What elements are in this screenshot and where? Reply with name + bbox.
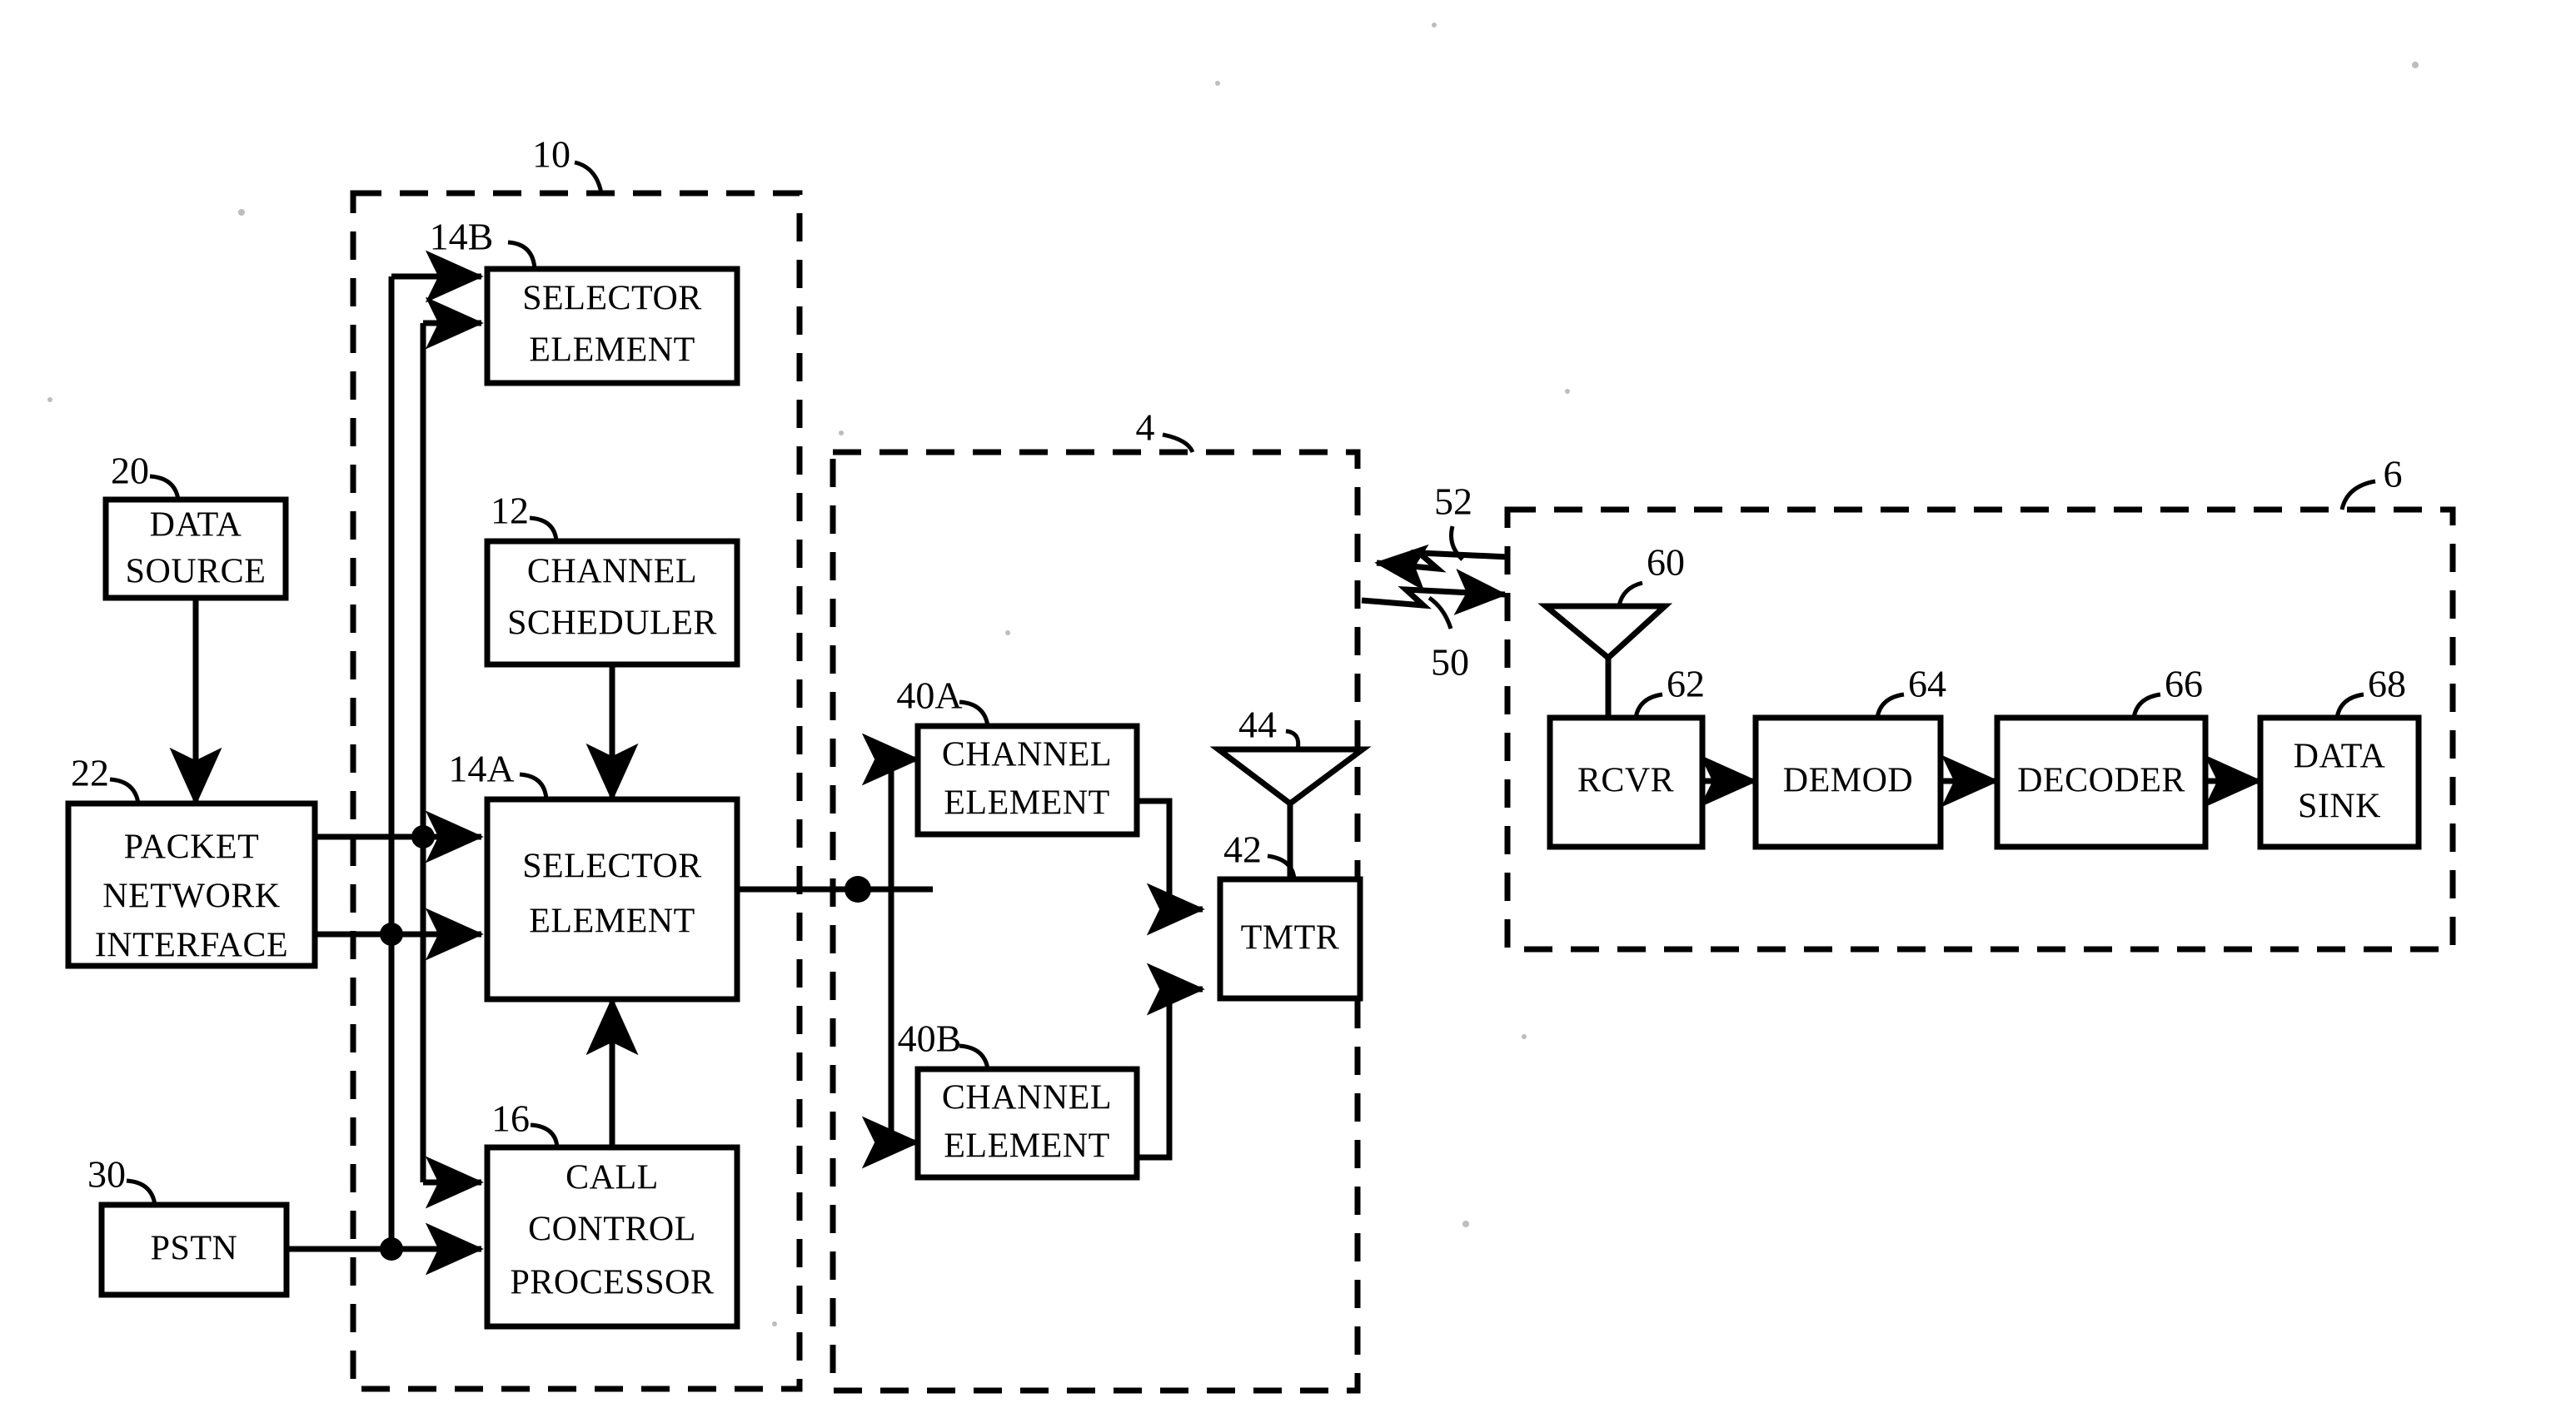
ref-number-42: 42 <box>1223 828 1262 871</box>
label-data-source-line2: SOURCE <box>126 553 267 591</box>
ref-number-60: 60 <box>1647 541 1685 584</box>
label-62-rcvr: RCVR <box>1577 762 1674 800</box>
junction-dot-14a-out <box>845 876 871 903</box>
label-pstn: PSTN <box>151 1230 238 1268</box>
label-40b-line2: ELEMENT <box>944 1127 1109 1166</box>
label-14a-line1: SELECTOR <box>522 848 702 886</box>
label-16-line1: CALL <box>566 1159 659 1197</box>
leader-20 <box>149 474 181 500</box>
ref-number-52: 52 <box>1434 480 1472 523</box>
label-16-line2: CONTROL <box>528 1211 696 1249</box>
wire-40b-to-42 <box>1137 963 1205 1161</box>
ref-number-20: 20 <box>111 450 149 492</box>
ref-number-40a: 40A <box>896 674 962 717</box>
leader-64 <box>1875 692 1905 719</box>
label-14b-line2: ELEMENT <box>529 331 695 370</box>
wire-split-to-40a <box>861 733 920 889</box>
ref-number-6: 6 <box>2384 453 2403 495</box>
leader-40b <box>959 1043 990 1070</box>
leader-14b <box>507 240 537 270</box>
ref-number-62: 62 <box>1667 663 1705 705</box>
label-68-line2: SINK <box>2298 788 2381 826</box>
leader-30 <box>126 1178 157 1206</box>
leader-62 <box>1633 692 1663 719</box>
wire-40a-to-42 <box>1137 798 1205 936</box>
label-40b-line1: CHANNEL <box>942 1079 1112 1117</box>
patent-figure-canvas: DATA SOURCE PACKET NETWORK INTERFACE PST… <box>0 0 2576 1423</box>
label-data-source-line1: DATA <box>150 506 242 545</box>
label-14a-line2: ELEMENT <box>529 903 695 941</box>
ref-number-30: 30 <box>87 1153 126 1196</box>
label-68-line1: DATA <box>2294 738 2386 776</box>
label-packet-line2: NETWORK <box>102 878 280 916</box>
ref-number-66: 66 <box>2165 663 2203 705</box>
scan-artifacts <box>47 22 2419 1326</box>
ref-number-14a: 14A <box>448 748 514 790</box>
junction-dot-bus-a-pstn <box>380 1237 403 1261</box>
wire-split-to-40b <box>861 889 920 1169</box>
ref-number-16: 16 <box>491 1097 530 1140</box>
rf-links <box>1361 544 1510 615</box>
rf-link-52-lightning <box>1374 544 1510 591</box>
block-14a-selector-element[interactable] <box>484 796 740 1003</box>
ref-number-40b: 40B <box>898 1017 962 1060</box>
ref-number-10: 10 <box>532 133 571 176</box>
antenna-60-icon <box>1537 603 1673 662</box>
leader-22 <box>109 777 141 804</box>
ref-number-22: 22 <box>71 752 109 794</box>
label-12-line2: SCHEDULER <box>507 605 717 643</box>
label-12-line1: CHANNEL <box>527 553 697 591</box>
leader-66 <box>2131 692 2161 719</box>
leader-40a <box>959 699 990 727</box>
ref-number-4: 4 <box>1136 406 1155 449</box>
leader-60 <box>1617 580 1643 607</box>
label-40a-line2: ELEMENT <box>944 784 1109 823</box>
antenna-44-icon <box>1209 746 1372 808</box>
leader-10 <box>574 160 604 194</box>
label-packet-line3: INTERFACE <box>95 927 288 965</box>
leader-6 <box>2339 479 2376 510</box>
junction-dot-bus-b-22upper <box>411 825 435 848</box>
ref-number-50: 50 <box>1431 641 1469 684</box>
ref-number-64: 64 <box>1908 663 1946 705</box>
leader-14a <box>519 772 549 800</box>
label-14b-line1: SELECTOR <box>522 280 702 318</box>
leader-68 <box>2334 692 2364 719</box>
label-40a-line1: CHANNEL <box>942 736 1112 774</box>
ref-number-12: 12 <box>491 490 529 532</box>
label-16-line3: PROCESSOR <box>511 1264 715 1302</box>
junction-dot-bus-a-22lower <box>380 923 403 946</box>
ref-number-68: 68 <box>2368 663 2406 705</box>
reference-leaders <box>109 160 2376 1206</box>
leader-16 <box>530 1122 560 1148</box>
leader-12 <box>529 515 559 542</box>
leader-50 <box>1428 595 1453 629</box>
label-64-demod: DEMOD <box>1783 762 1914 800</box>
ref-number-14b: 14B <box>430 216 494 258</box>
ref-number-44: 44 <box>1238 704 1277 746</box>
label-66-decoder: DECODER <box>2017 762 2185 800</box>
label-42-tmtr: TMTR <box>1241 919 1340 958</box>
label-packet-line1: PACKET <box>124 828 260 867</box>
